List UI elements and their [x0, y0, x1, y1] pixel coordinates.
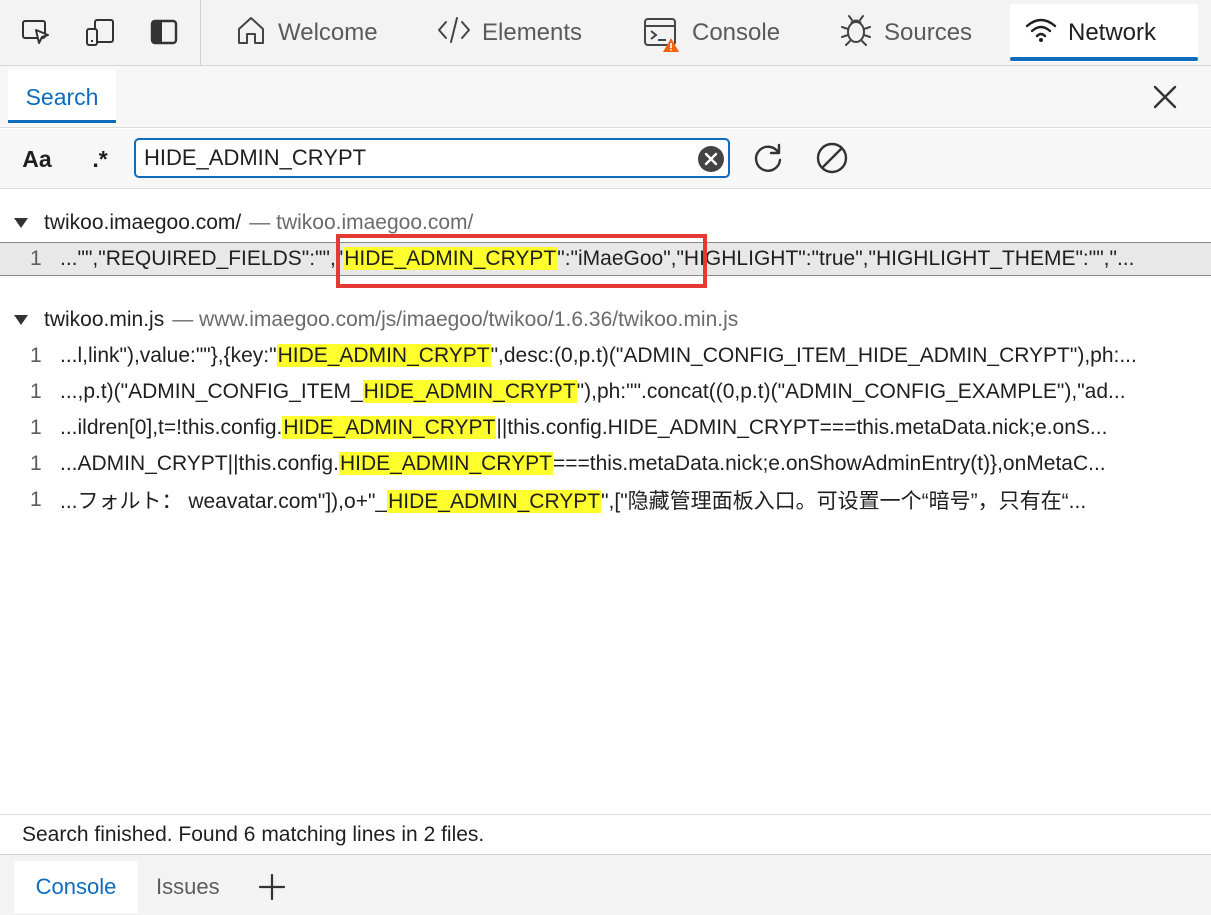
file-name: twikoo.min.js	[44, 308, 165, 331]
tab-label: Console	[692, 19, 781, 46]
line-number: 1	[30, 344, 42, 367]
refresh-icon	[754, 143, 782, 172]
console-icon	[642, 16, 682, 52]
match-row[interactable]: 1 ...ildren[0],t=!this.config.HIDE_ADMIN…	[0, 411, 1211, 445]
device-emulation-icon[interactable]	[82, 14, 118, 50]
close-button[interactable]	[1148, 80, 1182, 114]
tab-label: Welcome	[278, 19, 378, 46]
search-panel-header	[0, 66, 1211, 128]
match-highlight: HIDE_ADMIN_CRYPT	[362, 380, 577, 403]
clear-search-button[interactable]	[698, 146, 724, 172]
clear-icon	[704, 152, 718, 166]
line-number: 1	[30, 247, 42, 270]
match-case-button[interactable]: Aa	[20, 142, 54, 176]
tab-network[interactable]: Network	[1010, 4, 1198, 62]
drawer-toolbar: Console Issues	[0, 854, 1211, 915]
search-tab-indicator	[8, 120, 116, 123]
line-number: 1	[30, 380, 42, 403]
search-input[interactable]	[144, 144, 692, 172]
match-row[interactable]: 1 ...ADMIN_CRYPT||this.config.HIDE_ADMIN…	[0, 447, 1211, 481]
tab-console[interactable]: Console	[630, 4, 792, 62]
tab-welcome[interactable]: Welcome	[222, 4, 390, 62]
tab-elements[interactable]: Elements	[424, 4, 594, 62]
refresh-button[interactable]	[750, 140, 786, 176]
file-path: — www.imaegoo.com/js/imaegoo/twikoo/1.6.…	[172, 308, 739, 331]
active-tab-indicator	[1010, 57, 1198, 61]
dock-icon[interactable]	[146, 14, 182, 50]
match-highlight: HIDE_ADMIN_CRYPT	[343, 247, 558, 270]
match-highlight: HIDE_ADMIN_CRYPT	[338, 452, 553, 475]
inspect-icon[interactable]	[18, 14, 54, 50]
devtools-toolbar: Welcome Elements Console Sources Network	[0, 0, 1211, 66]
add-tab-button[interactable]	[256, 861, 288, 913]
match-text: ...フォルト： weavatar.com"]),o+"_HIDE_ADMIN_…	[60, 490, 1087, 513]
tab-search[interactable]: Search	[8, 70, 116, 124]
match-text: ...,p.t)("ADMIN_CONFIG_ITEM_HIDE_ADMIN_C…	[60, 380, 1126, 403]
match-row[interactable]: 1 ...l,link"),value:""},{key:"HIDE_ADMIN…	[0, 339, 1211, 373]
bug-icon	[838, 12, 874, 55]
expand-triangle-icon	[14, 315, 28, 325]
tab-sources[interactable]: Sources	[826, 4, 984, 62]
file-path: — twikoo.imaegoo.com/	[249, 211, 474, 234]
wifi-icon	[1024, 15, 1058, 52]
match-highlight: HIDE_ADMIN_CRYPT	[276, 344, 491, 367]
line-number: 1	[30, 416, 42, 439]
line-number: 1	[30, 452, 42, 475]
search-status: Search finished. Found 6 matching lines …	[0, 814, 1211, 854]
close-icon	[1153, 85, 1177, 109]
match-text: ...ildren[0],t=!this.config.HIDE_ADMIN_C…	[60, 416, 1108, 439]
result-file-header[interactable]: twikoo.imaegoo.com/ — twikoo.imaegoo.com…	[14, 208, 473, 238]
home-icon	[234, 13, 268, 54]
search-field	[134, 138, 730, 178]
file-name: twikoo.imaegoo.com/	[44, 211, 242, 234]
tab-label: Elements	[482, 19, 583, 46]
tab-label: Sources	[884, 19, 973, 46]
plus-icon	[258, 873, 286, 901]
match-highlight: HIDE_ADMIN_CRYPT	[282, 416, 497, 439]
regex-button[interactable]: .*	[86, 142, 114, 176]
clear-results-button[interactable]	[814, 140, 850, 176]
match-text: ...l,link"),value:""},{key:"HIDE_ADMIN_C…	[60, 344, 1137, 367]
match-highlight: HIDE_ADMIN_CRYPT	[387, 490, 602, 513]
toolbar-separator	[200, 0, 201, 66]
match-text: ..."","REQUIRED_FIELDS":"","HIDE_ADMIN_C…	[60, 247, 1135, 270]
line-number: 1	[30, 488, 42, 511]
drawer-tab-issues[interactable]: Issues	[156, 861, 220, 913]
block-icon	[816, 142, 848, 174]
code-icon	[436, 13, 472, 54]
match-row[interactable]: 1 ...フォルト： weavatar.com"]),o+"_HIDE_ADMI…	[0, 483, 1211, 517]
match-row[interactable]: 1 ..."","REQUIRED_FIELDS":"","HIDE_ADMIN…	[0, 242, 1211, 276]
match-row[interactable]: 1 ...,p.t)("ADMIN_CONFIG_ITEM_HIDE_ADMIN…	[0, 375, 1211, 409]
drawer-tab-console[interactable]: Console	[14, 861, 138, 913]
result-file-header[interactable]: twikoo.min.js — www.imaegoo.com/js/imaeg…	[14, 305, 738, 335]
expand-triangle-icon	[14, 218, 28, 228]
tab-label: Network	[1068, 19, 1157, 46]
match-text: ...ADMIN_CRYPT||this.config.HIDE_ADMIN_C…	[60, 452, 1106, 475]
